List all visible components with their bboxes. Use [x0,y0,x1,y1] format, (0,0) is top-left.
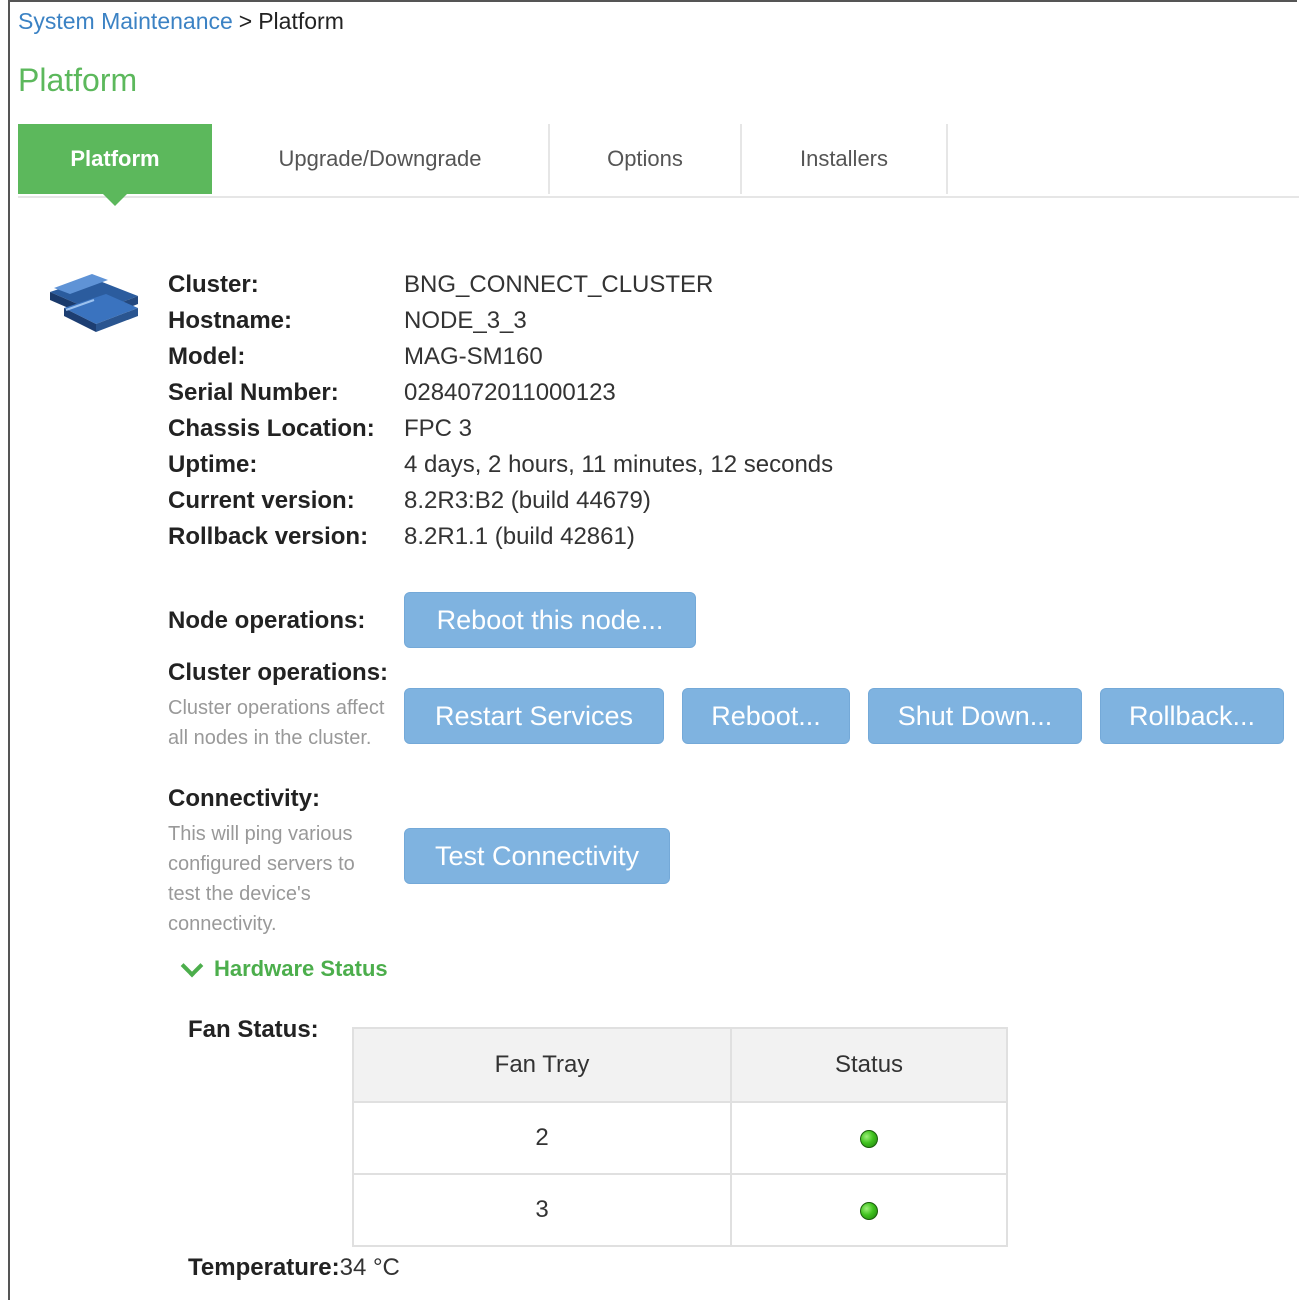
info-value: 8.2R3:B2 (build 44679) [404,487,651,514]
status-ok-icon [860,1129,879,1148]
page-title: Platform [18,62,138,98]
info-label: Chassis Location: [168,415,375,442]
cluster-operations-description: Cluster operations affect all nodes in t… [168,697,385,749]
shut-down-button[interactable]: Shut Down... [868,688,1082,744]
info-value: 0284072011000123 [404,379,616,406]
fan-tray-cell: 2 [351,1101,733,1175]
hardware-status-label: Hardware Status [214,956,388,981]
info-row-chassis-location: Chassis Location: FPC 3 [168,411,833,447]
cluster-operations-label: Cluster operations: [168,659,389,686]
tab-platform[interactable]: Platform [18,124,212,206]
temperature-label: Temperature: [188,1254,340,1281]
tab-options[interactable]: Options [550,124,742,194]
column-header-status: Status [730,1027,1008,1103]
tab-bar: Platform Upgrade/Downgrade Options Insta… [18,124,1299,206]
info-value: FPC 3 [404,415,473,442]
status-ok-icon [860,1201,879,1220]
info-label: Serial Number: [168,379,339,406]
info-row-rollback-version: Rollback version: 8.2R1.1 (build 42861) [168,519,833,555]
info-row-hostname: Hostname: NODE_3_3 [168,303,833,339]
info-value: 8.2R1.1 (build 42861) [404,523,635,550]
tab-upgrade-downgrade[interactable]: Upgrade/Downgrade [212,124,550,194]
table-row: 3 [351,1173,1008,1247]
info-value: 4 days, 2 hours, 11 minutes, 12 seconds [404,451,834,478]
column-header-fan-tray: Fan Tray [351,1027,733,1103]
info-label: Rollback version: [168,523,369,550]
info-label: Current version: [168,487,355,514]
reboot-cluster-button[interactable]: Reboot... [682,688,850,744]
info-row-serial-number: Serial Number: 0284072011000123 [168,375,833,411]
info-label: Uptime: [168,451,258,478]
info-value: MAG-SM160 [404,343,543,370]
platform-info: Cluster: BNG_CONNECT_CLUSTER Hostname: N… [168,267,833,555]
test-connectivity-button[interactable]: Test Connectivity [404,828,670,884]
rollback-button[interactable]: Rollback... [1100,688,1284,744]
breadcrumb-link-system-maintenance[interactable]: System Maintenance [18,8,233,34]
table-row: 2 [351,1101,1008,1175]
info-label: Model: [168,343,246,370]
info-row-cluster: Cluster: BNG_CONNECT_CLUSTER [168,267,833,303]
fan-tray-cell: 3 [351,1173,733,1247]
status-cell [730,1101,1008,1175]
info-label: Cluster: [168,271,259,298]
info-label: Hostname: [168,307,293,334]
temperature-value: 34 °C [339,1254,400,1281]
breadcrumb-current: Platform [258,8,344,34]
info-row-uptime: Uptime: 4 days, 2 hours, 11 minutes, 12 … [168,447,833,483]
reboot-node-button[interactable]: Reboot this node... [404,592,696,648]
hardware-status-toggle[interactable]: Hardware Status [180,954,388,982]
server-stack-icon [50,274,138,332]
chevron-down-icon [180,954,204,978]
fan-status-table: Fan Tray Status 2 3 [351,1027,1008,1247]
tab-installers[interactable]: Installers [742,124,948,194]
breadcrumb: System Maintenance > Platform [18,8,344,35]
info-value: BNG_CONNECT_CLUSTER [404,271,714,298]
status-cell [730,1173,1008,1247]
connectivity-label: Connectivity: [168,785,321,812]
fan-status-label: Fan Status: [188,1016,319,1043]
node-operations-label: Node operations: [168,607,366,634]
info-row-current-version: Current version: 8.2R3:B2 (build 44679) [168,483,833,519]
table-header-row: Fan Tray Status [351,1027,1008,1103]
info-value: NODE_3_3 [404,307,527,334]
connectivity-description: This will ping various configured server… [168,823,355,935]
restart-services-button[interactable]: Restart Services [404,688,664,744]
info-row-model: Model: MAG-SM160 [168,339,833,375]
breadcrumb-separator: > [238,8,253,34]
